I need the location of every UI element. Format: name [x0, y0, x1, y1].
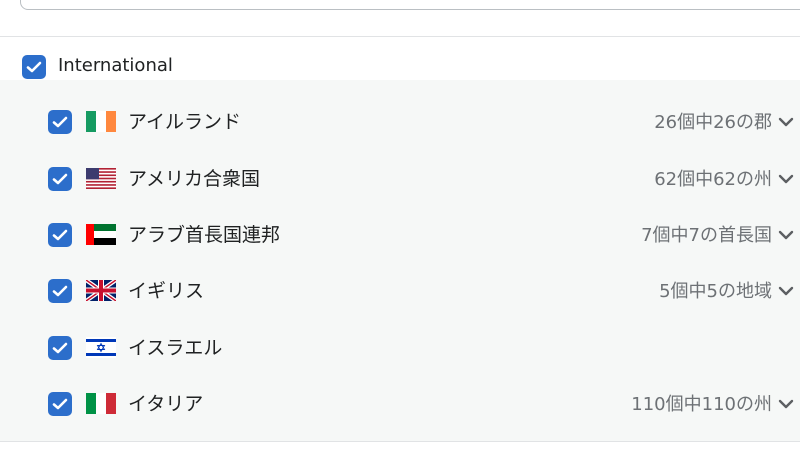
uae-flag-icon [86, 224, 116, 245]
region-count: 7個中7の首長国 [641, 225, 772, 246]
group-label: International [58, 55, 173, 76]
country-checkbox[interactable] [48, 279, 72, 303]
ireland-flag-icon [86, 111, 116, 132]
check-icon [26, 61, 42, 73]
uk-flag-icon [86, 280, 116, 301]
chevron-down-icon[interactable] [778, 229, 794, 241]
check-icon [52, 173, 68, 185]
country-name: アイルランド [128, 111, 242, 133]
country-checkbox[interactable] [48, 336, 72, 360]
country-row-uae[interactable]: アラブ首長国連邦 7個中7の首長国 [0, 215, 800, 255]
chevron-down-icon[interactable] [778, 173, 794, 185]
group-checkbox[interactable] [22, 55, 46, 79]
check-icon [52, 116, 68, 128]
israel-flag-icon [86, 337, 116, 358]
country-row-ireland[interactable]: アイルランド 26個中26の郡 [0, 102, 800, 142]
country-name: アメリカ合衆国 [128, 168, 261, 190]
country-name: イスラエル [128, 337, 223, 359]
check-icon [52, 342, 68, 354]
country-checkbox[interactable] [48, 392, 72, 416]
country-row-uk[interactable]: イギリス 5個中5の地域 [0, 271, 800, 311]
region-count: 110個中110の州 [631, 394, 772, 415]
country-row-usa[interactable]: アメリカ合衆国 62個中62の州 [0, 159, 800, 199]
chevron-down-icon[interactable] [778, 116, 794, 128]
country-checkbox[interactable] [48, 110, 72, 134]
check-icon [52, 285, 68, 297]
search-input[interactable] [20, 0, 800, 10]
check-icon [52, 398, 68, 410]
country-name: イギリス [128, 280, 205, 302]
region-count: 5個中5の地域 [659, 281, 772, 302]
country-row-italy[interactable]: イタリア 110個中110の州 [0, 384, 800, 424]
group-international: International [0, 52, 800, 80]
country-name: アラブ首長国連邦 [128, 224, 281, 246]
country-list: アイルランド 26個中26の郡 アメリカ合衆国 62個中62の州 アラブ首長国連… [0, 80, 800, 442]
usa-flag-icon [86, 168, 116, 189]
region-count: 26個中26の郡 [654, 112, 772, 133]
region-count: 62個中62の州 [654, 169, 772, 190]
country-row-israel[interactable]: イスラエル [0, 328, 800, 368]
country-checkbox[interactable] [48, 167, 72, 191]
check-icon [52, 229, 68, 241]
country-checkbox[interactable] [48, 223, 72, 247]
italy-flag-icon [86, 393, 116, 414]
divider [0, 36, 800, 37]
chevron-down-icon[interactable] [778, 398, 794, 410]
country-name: イタリア [128, 393, 204, 415]
chevron-down-icon[interactable] [778, 285, 794, 297]
